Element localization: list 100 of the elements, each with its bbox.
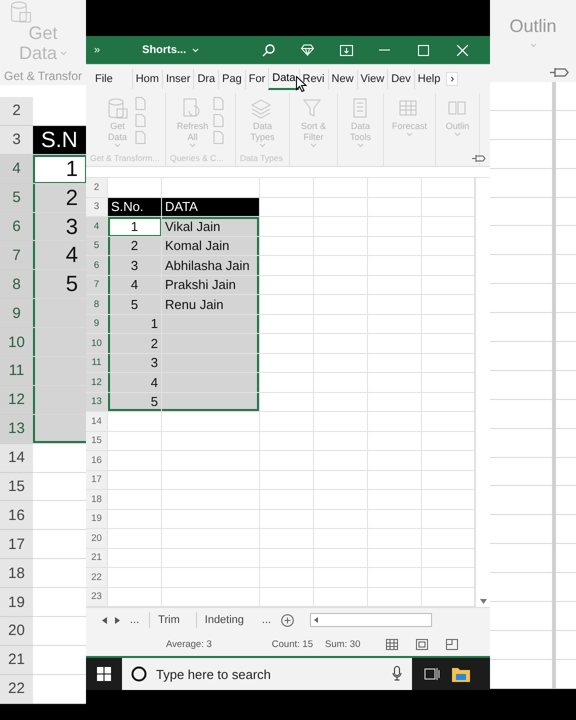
row-number[interactable]: 6	[0, 212, 33, 242]
grid-icon[interactable]	[386, 638, 398, 650]
row-number[interactable]: 9	[86, 314, 108, 334]
table-cell	[314, 373, 368, 392]
row-number[interactable]: 5	[86, 236, 108, 256]
horizontal-scrollbar[interactable]	[310, 613, 432, 627]
row-number[interactable]: 15	[0, 472, 33, 502]
row-number[interactable]: 23	[86, 588, 108, 607]
row-number[interactable]: 13	[86, 392, 108, 412]
table-cell	[314, 334, 368, 354]
table-cell	[260, 354, 314, 373]
row-number[interactable]: 17	[86, 470, 108, 490]
microphone-icon[interactable]	[392, 666, 402, 681]
table-cell	[260, 373, 314, 392]
page-icon[interactable]	[446, 638, 458, 650]
overflow-button[interactable]: »	[94, 44, 100, 56]
row-number[interactable]: 14	[86, 412, 108, 432]
row-number[interactable]: 8	[86, 295, 108, 314]
pin-icon[interactable]	[472, 154, 486, 163]
table-cell	[368, 236, 422, 256]
row-number[interactable]: 11	[0, 357, 33, 386]
circle-icon	[131, 666, 147, 682]
row-number[interactable]: 14	[0, 444, 33, 473]
row-number[interactable]: 12	[0, 386, 33, 415]
row-number[interactable]: 8	[0, 270, 33, 300]
table-cell	[314, 451, 368, 470]
row-number[interactable]: 22	[0, 674, 33, 704]
row-number[interactable]: 2	[86, 178, 108, 198]
scroll-right-icon[interactable]	[115, 616, 120, 624]
row-number[interactable]: 19	[86, 510, 108, 529]
maximize-icon[interactable]	[418, 44, 430, 56]
windows-icon	[97, 667, 111, 681]
table-cell	[314, 548, 368, 568]
row-number[interactable]: 22	[86, 568, 108, 588]
page-icon[interactable]	[416, 638, 428, 650]
table-cell	[368, 314, 422, 334]
row-number[interactable]: 21	[86, 548, 108, 568]
folder-icon[interactable]	[452, 666, 470, 682]
row-number[interactable]: 20	[86, 529, 108, 548]
row-number[interactable]: 13	[0, 414, 33, 444]
row-number[interactable]: 16	[86, 451, 108, 470]
row-number[interactable]: 12	[86, 373, 108, 392]
table-cell	[314, 217, 368, 236]
ribbon-display-icon[interactable]	[340, 44, 353, 56]
table-cell	[368, 256, 422, 276]
row-number[interactable]: 18	[86, 490, 108, 510]
gem-icon[interactable]	[300, 44, 314, 56]
scroll-down-icon[interactable]	[480, 599, 486, 604]
row-number[interactable]: 3	[86, 198, 108, 217]
ribbon-group-label: Get & Transfor	[4, 69, 82, 83]
task-view-icon[interactable]	[424, 667, 440, 681]
row-number[interactable]: 4	[0, 154, 33, 184]
search-icon[interactable]	[262, 44, 276, 56]
sheet-tab[interactable]: Trim	[149, 612, 188, 628]
table-cell	[314, 236, 368, 256]
more-sheets-button[interactable]: ...	[128, 614, 142, 626]
table-cell	[260, 256, 314, 276]
search-field[interactable]: Type here to search	[122, 658, 412, 690]
table-cell: 3	[33, 212, 86, 242]
row-number[interactable]: 18	[0, 559, 33, 588]
sheet-tab[interactable]: Indeting	[196, 612, 252, 628]
table-cell	[314, 354, 368, 373]
row-number[interactable]: 3	[0, 126, 33, 155]
table-cell	[422, 314, 475, 334]
row-number[interactable]: 21	[0, 646, 33, 675]
row-number[interactable]: 10	[86, 334, 108, 354]
caret-icon	[192, 48, 200, 52]
row-number[interactable]: 11	[86, 354, 108, 373]
row-number[interactable]: 7	[0, 241, 33, 270]
row-number[interactable]: 17	[0, 530, 33, 560]
row-number[interactable]: 5	[0, 184, 33, 213]
table-cell	[314, 490, 368, 510]
row-number[interactable]: 16	[0, 501, 33, 530]
close-icon[interactable]	[457, 44, 468, 56]
row-number[interactable]: 10	[0, 328, 33, 358]
caret-icon	[406, 132, 413, 137]
row-number[interactable]: 9	[0, 299, 33, 328]
table-cell: S.No.	[108, 198, 162, 217]
row-number[interactable]: 15	[86, 432, 108, 451]
table-cell	[422, 276, 475, 295]
add-sheet-icon[interactable]	[281, 614, 294, 626]
table-cell	[422, 392, 475, 412]
row-number[interactable]: 4	[86, 217, 108, 236]
more-sheets-button[interactable]: ...	[260, 614, 274, 626]
pin-icon[interactable]	[550, 67, 570, 78]
row-number[interactable]: 2	[0, 97, 33, 126]
table-cell: 1	[108, 217, 162, 236]
scroll-left-icon[interactable]	[102, 616, 107, 624]
minimize-icon[interactable]	[379, 49, 390, 51]
table-cell	[314, 529, 368, 548]
table-cell	[260, 490, 314, 510]
row-number[interactable]: 6	[86, 256, 108, 276]
row-number[interactable]: 19	[0, 588, 33, 618]
vertical-scrollbar[interactable]	[475, 178, 490, 607]
scroll-left-icon[interactable]	[314, 617, 318, 623]
row-number[interactable]: 7	[86, 276, 108, 295]
table-cell	[314, 276, 368, 295]
table-cell	[422, 529, 475, 548]
row-number[interactable]: 20	[0, 617, 33, 646]
table-cell: DATA	[162, 198, 260, 217]
